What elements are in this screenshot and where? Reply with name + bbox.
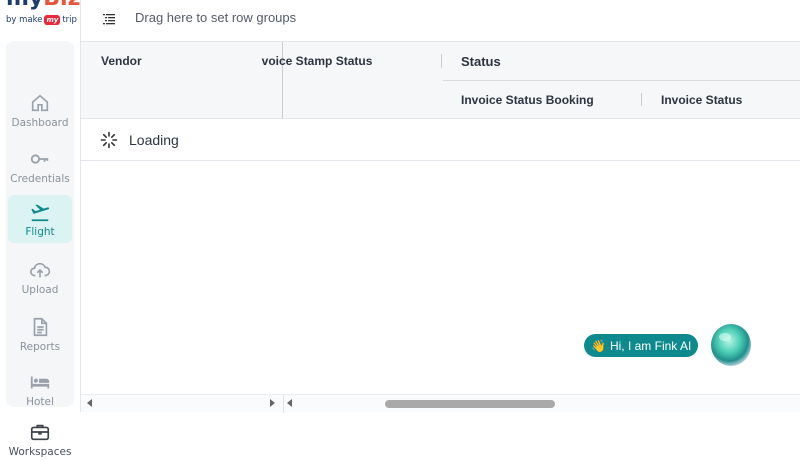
row-group-icon [103, 14, 115, 25]
scroll-left-icon[interactable] [287, 399, 292, 407]
grid-header: Vendor Invoice Stamp Status Status Invoi… [81, 42, 800, 119]
loading-row: Loading [81, 119, 800, 161]
sidebar-item-label: Workspaces [8, 446, 72, 458]
sidebar-item-hotel[interactable]: Hotel [8, 365, 72, 413]
flight-takeoff-icon [31, 204, 50, 222]
logo-brand: myBiz [6, 0, 80, 11]
assistant-greeting-button[interactable]: 👋 Hi, I am Fink AI [584, 334, 699, 357]
pinned-header: Vendor [81, 42, 283, 119]
loading-spinner-icon [100, 131, 118, 149]
scroll-left-icon[interactable] [87, 399, 92, 407]
column-header-vendor[interactable]: Vendor [101, 54, 142, 68]
column-resize-handle[interactable] [441, 54, 442, 68]
column-header-invoice-status[interactable]: Invoice Status [661, 93, 742, 107]
row-group-panel[interactable]: Drag here to set row groups [81, 0, 800, 42]
sidebar-item-label: Dashboard [11, 117, 69, 129]
assistant-orb-icon[interactable] [709, 322, 753, 368]
wave-icon: 👋 [591, 338, 606, 353]
home-icon [31, 94, 49, 112]
header-divider [443, 80, 800, 81]
document-icon [33, 317, 48, 337]
app-logo[interactable]: myBiz by makemytrip [0, 0, 80, 36]
key-icon [30, 154, 49, 164]
logo-tagline: by make my trip [6, 15, 77, 25]
column-group-header-status[interactable]: Status [461, 54, 501, 69]
briefcase-icon [30, 424, 50, 441]
loading-text: Loading [129, 132, 179, 148]
sidebar-item-reports[interactable]: Reports [8, 310, 72, 358]
sidebar-item-dashboard[interactable]: Dashboard [8, 86, 72, 134]
scrollbar-thumb[interactable] [385, 400, 555, 408]
scroll-right-icon[interactable] [270, 399, 275, 407]
cloud-upload-icon [30, 262, 51, 278]
assistant-greeting-text: Hi, I am Fink AI [609, 338, 692, 353]
sidebar-item-label: Reports [19, 341, 61, 353]
horizontal-scrollbar[interactable] [81, 394, 800, 413]
sidebar-item-label: Hotel [26, 396, 54, 408]
sidebar-item-label: Credentials [10, 173, 70, 185]
scroll-divider [283, 395, 284, 413]
sidebar-item-label: Flight [25, 226, 55, 238]
sidebar-item-upload[interactable]: Upload [8, 253, 72, 301]
sidebar-item-flight[interactable]: Flight [8, 195, 72, 243]
row-group-placeholder: Drag here to set row groups [135, 10, 297, 25]
sidebar-item-workspaces[interactable]: Workspaces [8, 415, 72, 461]
column-header-invoice-stamp-status[interactable]: Invoice Stamp Status [261, 54, 461, 68]
sidebar-item-credentials[interactable]: Credentials [8, 142, 72, 190]
column-header-invoice-status-booking[interactable]: Invoice Status Booking [461, 93, 594, 107]
sidebar-item-label: Upload [21, 284, 59, 296]
bed-icon [30, 376, 50, 389]
column-resize-handle[interactable] [641, 93, 642, 106]
